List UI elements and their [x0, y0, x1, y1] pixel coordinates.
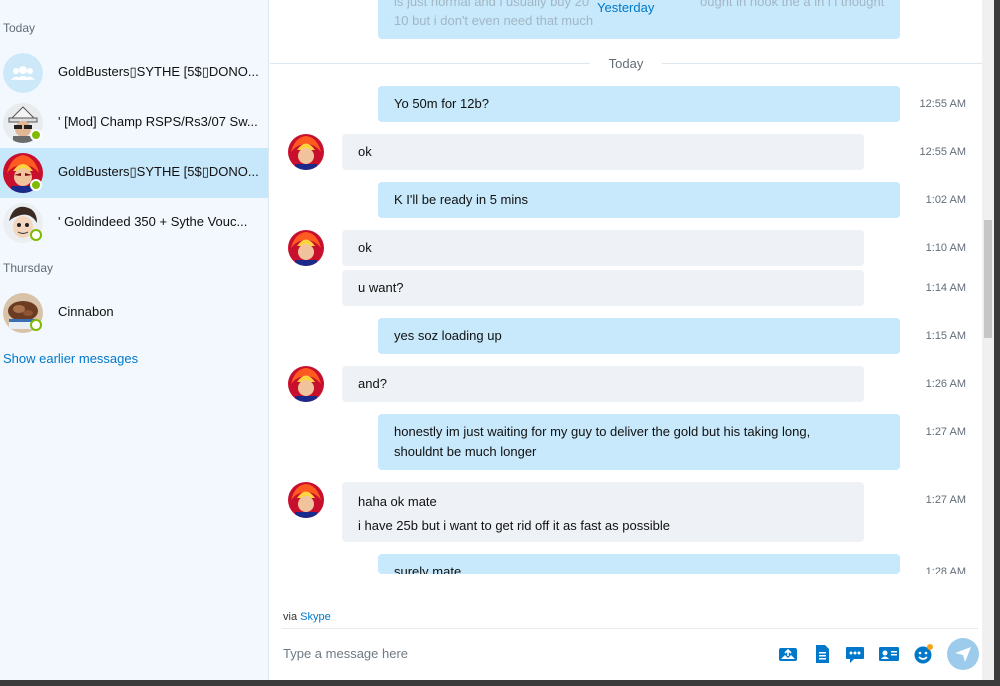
- message-text: K I'll be ready in 5 mins: [394, 192, 528, 207]
- status-online-indicator: [30, 129, 42, 141]
- show-earlier-messages-link[interactable]: Show earlier messages: [3, 351, 138, 366]
- message-text-line: shouldnt be much longer: [394, 444, 537, 459]
- video-message-icon[interactable]: [844, 643, 866, 665]
- conversation-name: GoldBusters▯SYTHE [5$▯DONO...: [58, 164, 259, 179]
- message-text: u want?: [358, 280, 404, 295]
- previous-message-text: 10 but i don't even need that much: [394, 13, 594, 28]
- message-bubble-sent[interactable]: surely mate: [378, 554, 900, 574]
- emoticon-icon[interactable]: [912, 643, 934, 665]
- send-contact-icon[interactable]: [878, 643, 900, 665]
- window-frame-bottom: [0, 680, 1000, 686]
- message-timestamp: 1:15 AM: [925, 330, 966, 342]
- avatar-image: [288, 482, 324, 518]
- message-timestamp: 12:55 AM: [919, 146, 966, 158]
- send-file-icon[interactable]: [811, 643, 833, 665]
- via-skype-label: via Skype: [283, 611, 331, 623]
- section-header-thursday: Thursday: [3, 261, 54, 275]
- message-timestamp: 1:27 AM: [925, 494, 966, 506]
- chat-scrollbar-thumb[interactable]: [984, 220, 992, 338]
- message-text: yes soz loading up: [394, 328, 502, 343]
- message-bubble-sent[interactable]: yes soz loading up: [378, 318, 900, 354]
- message-bubble-sent[interactable]: Yo 50m for 12b?: [378, 86, 900, 122]
- message-text: ok: [358, 144, 372, 159]
- message-bubble-received[interactable]: u want?: [342, 270, 864, 306]
- send-icon: [955, 647, 971, 662]
- conversation-name: ' [Mod] Champ RSPS/Rs3/07 Sw...: [58, 114, 258, 129]
- status-online-indicator: [30, 179, 42, 191]
- conversation-sidebar: Today GoldBusters▯SYTHE [5$▯DONO... ' [M…: [0, 0, 269, 686]
- message-bubble-received[interactable]: haha ok mate i have 25b but i want to ge…: [342, 482, 864, 542]
- message-input[interactable]: Type a message here: [283, 646, 408, 661]
- conversation-name: ' Goldindeed 350 + Sythe Vouc...: [58, 214, 248, 229]
- message-text: surely mate: [394, 564, 462, 574]
- conversation-item-goldbusters-group[interactable]: GoldBusters▯SYTHE [5$▯DONO...: [0, 48, 268, 98]
- message-text-line: honestly im just waiting for my guy to d…: [394, 424, 811, 439]
- group-icon: [3, 53, 43, 93]
- message-timestamp: 1:10 AM: [925, 242, 966, 254]
- yesterday-jump-link[interactable]: Yesterday: [597, 0, 654, 15]
- via-text: via: [283, 611, 298, 623]
- conversation-item-goldbusters-selected[interactable]: GoldBusters▯SYTHE [5$▯DONO...: [0, 148, 268, 198]
- conversation-item-goldindeed[interactable]: ' Goldindeed 350 + Sythe Vouc...: [0, 198, 268, 248]
- avatar-image: [288, 230, 324, 266]
- contact-avatar-fire[interactable]: [288, 482, 324, 518]
- avatar-image: [288, 366, 324, 402]
- previous-message-text: ought in nook the a in i i thought: [700, 0, 885, 9]
- message-list-clip: [270, 574, 982, 604]
- message-timestamp: 1:26 AM: [925, 378, 966, 390]
- send-media-icon[interactable]: [777, 643, 799, 665]
- message-timestamp: 12:55 AM: [919, 98, 966, 110]
- avatar-image: [288, 134, 324, 170]
- contact-avatar-fire[interactable]: [288, 366, 324, 402]
- previous-message-text: is just normal and i usually buy 20: [394, 0, 590, 9]
- send-button[interactable]: [947, 638, 979, 670]
- status-offline-indicator: [30, 229, 42, 241]
- tab-curve-decoration: [0, 0, 268, 6]
- message-timestamp: 1:02 AM: [925, 194, 966, 206]
- message-text: and?: [358, 376, 387, 391]
- message-bubble-sent[interactable]: K I'll be ready in 5 mins: [378, 182, 900, 218]
- message-timestamp: 1:28 AM: [925, 566, 966, 574]
- chat-scrollbar[interactable]: [982, 0, 994, 686]
- day-divider-label: Today: [608, 56, 644, 71]
- compose-divider: [282, 628, 978, 629]
- conversation-name: Cinnabon: [58, 304, 114, 319]
- day-divider-line: [662, 63, 982, 64]
- contact-avatar-fire[interactable]: [288, 134, 324, 170]
- message-text: Yo 50m for 12b?: [394, 96, 489, 111]
- contact-avatar-fire[interactable]: [288, 230, 324, 266]
- group-avatar: [3, 53, 43, 93]
- message-text: ok: [358, 240, 372, 255]
- message-text-line: haha ok mate: [358, 494, 437, 509]
- section-header-today: Today: [3, 21, 36, 35]
- message-bubble-received[interactable]: ok: [342, 134, 864, 170]
- message-bubble-received[interactable]: and?: [342, 366, 864, 402]
- status-offline-indicator: [30, 319, 42, 331]
- message-timestamp: 1:14 AM: [925, 282, 966, 294]
- message-text-line: i have 25b but i want to get rid off it …: [358, 518, 670, 533]
- conversation-item-champ-rsps[interactable]: ' [Mod] Champ RSPS/Rs3/07 Sw...: [0, 98, 268, 148]
- message-bubble-sent[interactable]: honestly im just waiting for my guy to d…: [378, 414, 900, 470]
- day-divider-line: [270, 63, 590, 64]
- message-timestamp: 1:27 AM: [925, 426, 966, 438]
- conversation-name: GoldBusters▯SYTHE [5$▯DONO...: [58, 64, 259, 79]
- window-frame-right: [994, 0, 1000, 686]
- skype-link[interactable]: Skype: [300, 611, 331, 623]
- message-bubble-received[interactable]: ok: [342, 230, 864, 266]
- conversation-item-cinnabon[interactable]: Cinnabon: [0, 288, 268, 338]
